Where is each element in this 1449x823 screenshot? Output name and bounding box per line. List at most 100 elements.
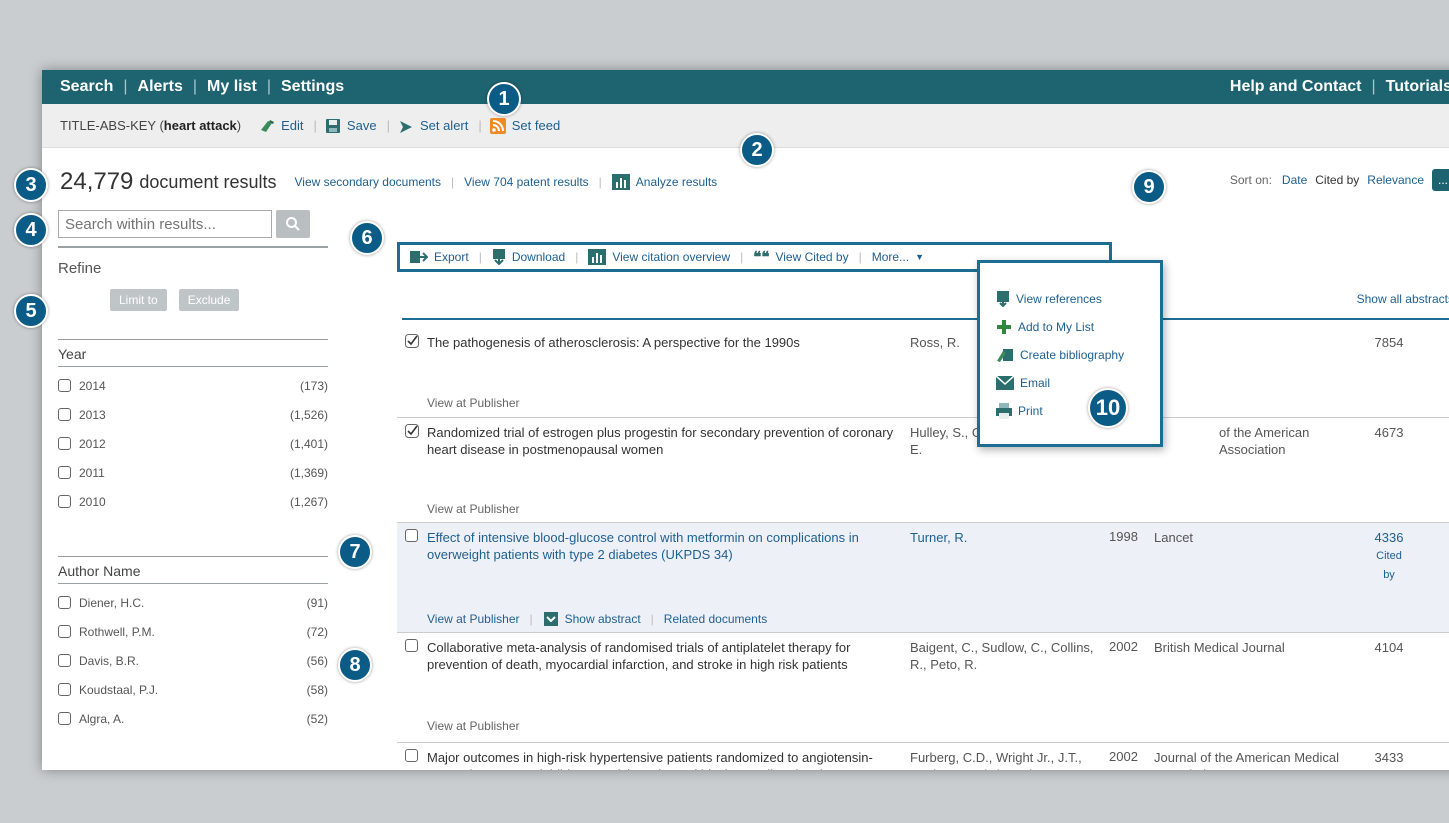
result-source: British Medical Journal	[1154, 640, 1285, 655]
callout-2: 2	[740, 133, 774, 167]
checkbox[interactable]	[58, 654, 71, 667]
callout-8: 8	[338, 648, 372, 682]
result-checkbox[interactable]	[405, 424, 419, 441]
year-facet-item[interactable]: 2012 (1,401)	[58, 429, 328, 458]
result-checkbox[interactable]	[405, 529, 426, 545]
author-facet-item[interactable]: Davis, B.R. (56)	[58, 646, 328, 675]
results-list: The pathogenesis of atherosclerosis: A p…	[397, 328, 1449, 770]
download-icon	[492, 249, 506, 265]
result-actions: View at Publisher	[427, 719, 520, 733]
view-at-publisher-link[interactable]: View at Publisher	[427, 719, 520, 733]
result-title[interactable]: Effect of intensive blood-glucose contro…	[427, 529, 902, 563]
checkbox[interactable]	[58, 596, 71, 609]
related-documents-link[interactable]: Related documents	[664, 612, 767, 626]
view-at-publisher-link[interactable]: View at Publisher	[427, 502, 520, 516]
download-button[interactable]: Download	[492, 249, 565, 265]
more-menu-button[interactable]: More... ▼	[872, 250, 930, 264]
checkbox[interactable]	[58, 408, 71, 421]
author-facet-item[interactable]: Koudstaal, P.J. (58)	[58, 675, 328, 704]
result-year: 2002	[1109, 639, 1138, 654]
checkbox[interactable]	[58, 379, 71, 392]
year-facet-item[interactable]: 2014 (173)	[58, 371, 328, 400]
result-authors[interactable]: Turner, R.	[910, 529, 1105, 546]
checkbox[interactable]	[58, 437, 71, 450]
save-query-button[interactable]: Save	[325, 118, 377, 134]
result-checkbox[interactable]	[405, 749, 426, 765]
rss-icon	[489, 117, 506, 134]
result-row: Effect of intensive blood-glucose contro…	[397, 523, 1449, 633]
quote-icon: ❝❝	[753, 249, 770, 266]
edit-query-button[interactable]: Edit	[259, 118, 304, 134]
show-abstract-link[interactable]: Show abstract	[565, 612, 641, 626]
nav-tutorials[interactable]: Tutorials	[1386, 78, 1449, 96]
save-icon	[325, 118, 341, 134]
callout-10: 10	[1088, 388, 1128, 428]
author-facet-item[interactable]: Algra, A. (52)	[58, 704, 328, 733]
result-cited-count: 7854	[1374, 335, 1404, 350]
view-at-publisher-link[interactable]: View at Publisher	[427, 396, 520, 410]
result-authors: Baigent, C., Sudlow, C., Collins, R., Pe…	[910, 640, 1094, 672]
result-row: Collaborative meta-analysis of randomise…	[397, 633, 1449, 743]
year-facet-heading: Year	[58, 339, 328, 366]
more-dropdown-menu: View references Add to My List Create bi…	[977, 260, 1163, 447]
checkbox[interactable]	[58, 683, 71, 696]
result-authors: Furberg, C.D., Wright Jr., J.T., Davis, …	[910, 750, 1082, 770]
view-at-publisher-link[interactable]: View at Publisher	[427, 612, 520, 626]
chart-icon	[588, 249, 607, 265]
sort-cited-by[interactable]: Cited by	[1315, 173, 1359, 187]
result-row: Major outcomes in high-risk hypertensive…	[397, 743, 1449, 770]
set-feed-button[interactable]: Set feed	[489, 117, 560, 134]
analyze-results-link[interactable]: Analyze results	[636, 175, 717, 189]
result-title[interactable]: The pathogenesis of atherosclerosis: A p…	[427, 334, 902, 351]
sort-more-button[interactable]: ...	[1432, 169, 1449, 191]
bibliography-icon	[996, 347, 1014, 363]
view-secondary-docs-link[interactable]: View secondary documents	[294, 175, 441, 189]
callout-6: 6	[350, 221, 384, 255]
callout-3: 3	[14, 168, 48, 202]
email-item[interactable]: Email	[996, 369, 1160, 397]
search-within	[58, 210, 328, 238]
print-icon	[996, 403, 1012, 419]
view-references-item[interactable]: View references	[996, 285, 1160, 313]
result-title[interactable]: Major outcomes in high-risk hypertensive…	[427, 749, 902, 770]
result-title[interactable]: Collaborative meta-analysis of randomise…	[427, 639, 902, 673]
nav-search[interactable]: Search	[60, 78, 113, 96]
year-facet-item[interactable]: 2011 (1,369)	[58, 458, 328, 487]
query-string: TITLE-ABS-KEY (heart attack)	[60, 118, 242, 133]
nav-alerts[interactable]: Alerts	[138, 78, 183, 96]
result-checkbox[interactable]	[405, 334, 419, 351]
export-button[interactable]: Export	[410, 250, 469, 264]
year-facet-item[interactable]: 2010 (1,267)	[58, 487, 328, 516]
print-item[interactable]: Print	[996, 397, 1160, 425]
show-all-abstracts-link[interactable]: Show all abstracts	[1357, 292, 1449, 306]
view-citation-overview-button[interactable]: View citation overview	[588, 249, 730, 265]
plus-icon	[996, 319, 1012, 335]
search-icon	[285, 216, 301, 232]
result-title[interactable]: Randomized trial of estrogen plus proges…	[427, 424, 902, 458]
checkbox[interactable]	[58, 712, 71, 725]
nav-my-list[interactable]: My list	[207, 78, 257, 96]
search-within-button[interactable]	[276, 210, 310, 238]
result-cited-count[interactable]: 4336 Cited by	[1369, 529, 1409, 584]
add-to-my-list-item[interactable]: Add to My List	[996, 313, 1160, 341]
search-within-input[interactable]	[58, 210, 272, 238]
abstract-icon	[543, 611, 559, 627]
set-alert-button[interactable]: Set alert	[398, 118, 468, 134]
checkbox[interactable]	[58, 466, 71, 479]
view-patent-results-link[interactable]: View 704 patent results	[464, 175, 589, 189]
nav-help-contact[interactable]: Help and Contact	[1230, 78, 1362, 96]
year-facet-item[interactable]: 2013 (1,526)	[58, 400, 328, 429]
checkbox[interactable]	[58, 495, 71, 508]
author-facet-item[interactable]: Diener, H.C. (91)	[58, 588, 328, 617]
exclude-button[interactable]: Exclude	[178, 289, 240, 311]
nav-settings[interactable]: Settings	[281, 78, 344, 96]
result-cited-count: 4104	[1374, 640, 1404, 655]
checkbox[interactable]	[58, 625, 71, 638]
sort-relevance[interactable]: Relevance	[1367, 173, 1424, 187]
sort-date[interactable]: Date	[1282, 173, 1307, 187]
author-facet-item[interactable]: Rothwell, P.M. (72)	[58, 617, 328, 646]
limit-to-button[interactable]: Limit to	[110, 289, 167, 311]
create-bibliography-item[interactable]: Create bibliography	[996, 341, 1160, 369]
result-checkbox[interactable]	[405, 639, 426, 655]
view-cited-by-button[interactable]: ❝❝ View Cited by	[753, 248, 848, 266]
